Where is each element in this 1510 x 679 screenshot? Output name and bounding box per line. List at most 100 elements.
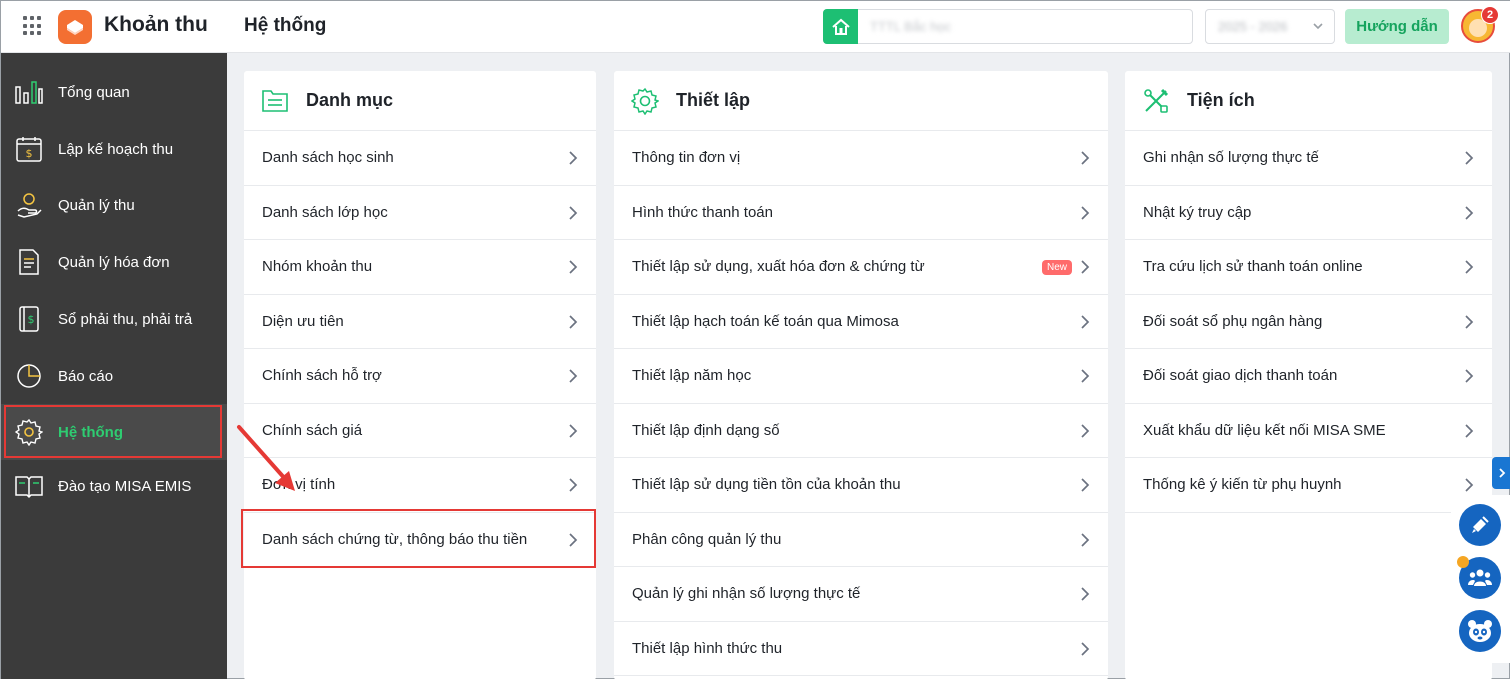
chevron-right-icon	[1081, 423, 1090, 438]
menu-item[interactable]: Thiết lập hạch toán kế toán qua Mimosa	[614, 295, 1108, 349]
sidebar-item-label: Quản lý thu	[58, 196, 135, 214]
menu-item-label: Đối soát sổ phụ ngân hàng	[1143, 312, 1323, 330]
chevron-right-icon	[1465, 423, 1474, 438]
menu-item[interactable]: Danh sách chứng từ, thông báo thu tiền	[244, 513, 596, 567]
school-year-select[interactable]: 2025 - 2026	[1205, 9, 1335, 44]
guide-button[interactable]: Hướng dẫn	[1345, 9, 1449, 44]
app-logo-icon	[58, 10, 92, 44]
menu-item-label: Thống kê ý kiến từ phụ huynh	[1143, 476, 1342, 494]
menu-item[interactable]: Quản lý ghi nhận số lượng thực tế	[614, 567, 1108, 622]
hand-coin-icon	[14, 190, 44, 220]
menu-item-label: Diện ưu tiên	[262, 312, 344, 330]
column-header: Thiết lập	[614, 71, 1108, 131]
chevron-right-icon	[1081, 587, 1090, 601]
menu-item[interactable]: Nhóm khoản thu	[244, 240, 596, 295]
menu-item-label: Quản lý ghi nhận số lượng thực tế	[632, 585, 861, 603]
menu-item[interactable]: Đối soát giao dịch thanh toán	[1125, 349, 1492, 404]
tools-icon	[1141, 86, 1171, 116]
sidebar-item-label: Báo cáo	[58, 367, 114, 385]
sidebar-item-label: Đào tạo MISA EMIS	[58, 477, 192, 495]
menu-item-label: Thiết lập sử dụng, xuất hóa đơn & chứng …	[632, 258, 925, 276]
menu-item[interactable]: Diện ưu tiên	[244, 295, 596, 349]
notification-dot	[1457, 556, 1469, 568]
menu-item[interactable]: Đối soát sổ phụ ngân hàng	[1125, 295, 1492, 349]
menu-item-label: Tra cứu lịch sử thanh toán online	[1143, 258, 1363, 276]
chevron-down-icon	[1311, 19, 1325, 38]
menu-item-label: Danh sách lớp học	[262, 203, 388, 221]
school-year-value: 2025 - 2026	[1218, 19, 1288, 34]
invoice-icon	[14, 247, 44, 277]
chevron-right-icon	[1465, 151, 1474, 165]
menu-item[interactable]: Danh sách lớp học	[244, 186, 596, 240]
sidebar-item-label: Sổ phải thu, phải trả	[58, 310, 193, 328]
mascot-icon	[1468, 620, 1492, 642]
menu-item-label: Danh sách học sinh	[262, 149, 394, 167]
menu-item[interactable]: Thiết lập hình thức thu	[614, 622, 1108, 676]
chevron-right-icon	[569, 314, 578, 329]
menu-item[interactable]: Chính sách hỗ trợ	[244, 349, 596, 404]
menu-item-label: Thiết lập sử dụng tiền tồn của khoản thu	[632, 476, 901, 494]
chevron-right-icon	[569, 423, 578, 438]
sidebar-item-label: Lập kế hoạch thu	[58, 140, 174, 158]
menu-item-label: Thiết lập hạch toán kế toán qua Mimosa	[632, 312, 899, 330]
chevron-right-icon	[1465, 314, 1474, 329]
menu-item[interactable]: Ghi nhận số lượng thực tế	[1125, 131, 1492, 186]
menu-item-label: Thiết lập hình thức thu	[632, 639, 783, 657]
new-badge: New	[1041, 260, 1072, 275]
notification-badge: 2	[1481, 6, 1499, 24]
unit-select[interactable]: TTTL Bắc học	[823, 9, 1193, 44]
home-icon	[823, 9, 858, 44]
menu-item[interactable]: Thông tin đơn vị	[614, 131, 1108, 186]
app-name: Khoản thu	[104, 13, 208, 36]
menu-item[interactable]: Thiết lập năm học	[614, 349, 1108, 404]
chevron-right-icon	[1081, 260, 1090, 274]
sidebar: Tổng quan $ Lập kế hoạch thu Quản lý thu…	[1, 53, 227, 679]
app-grid-icon[interactable]	[23, 16, 43, 36]
chevron-right-icon	[1081, 205, 1090, 220]
sidebar-item-overview[interactable]: Tổng quan	[1, 64, 227, 120]
menu-item-label: Đối soát giao dịch thanh toán	[1143, 367, 1338, 385]
menu-item-label: Thiết lập định dạng số	[632, 421, 780, 439]
sidebar-item-system[interactable]: Hệ thống	[1, 404, 227, 460]
menu-item-label: Thông tin đơn vị	[632, 149, 741, 167]
svg-text:$: $	[28, 313, 35, 326]
sidebar-item-collect[interactable]: Quản lý thu	[1, 177, 227, 233]
chevron-right-icon	[1465, 478, 1474, 492]
column-settings: Thiết lập Thông tin đơn vị Hình thức tha…	[614, 71, 1108, 679]
menu-item[interactable]: Xuất khẩu dữ liệu kết nối MISA SME	[1125, 404, 1492, 458]
announcement-button[interactable]	[1459, 504, 1501, 546]
chevron-right-icon	[569, 532, 578, 547]
menu-item[interactable]: Thống kê ý kiến từ phụ huynh	[1125, 458, 1492, 513]
unit-name: TTTL Bắc học	[870, 19, 952, 34]
menu-item[interactable]: Đơn vị tính	[244, 458, 596, 513]
menu-item[interactable]: Chính sách giá	[244, 404, 596, 458]
menu-item[interactable]: Nhật ký truy cập	[1125, 186, 1492, 240]
menu-item[interactable]: Thiết lập định dạng số	[614, 404, 1108, 458]
chevron-right-icon	[1081, 478, 1090, 492]
menu-item[interactable]: Phân công quản lý thu	[614, 513, 1108, 567]
sidebar-item-ledger[interactable]: $ Sổ phải thu, phải trả	[1, 291, 227, 347]
sidebar-item-report[interactable]: Báo cáo	[1, 348, 227, 404]
chat-assistant-button[interactable]	[1459, 610, 1501, 652]
chevron-right-icon	[1081, 641, 1090, 656]
sidebar-item-invoice[interactable]: Quản lý hóa đơn	[1, 234, 227, 290]
menu-item[interactable]: Thiết lập sử dụng, xuất hóa đơn & chứng …	[614, 240, 1108, 295]
column-categories: Danh mục Danh sách học sinh Danh sách lớ…	[244, 71, 596, 679]
menu-item[interactable]: Tra cứu lịch sử thanh toán online	[1125, 240, 1492, 295]
gear-icon	[14, 417, 44, 447]
sidebar-item-training[interactable]: Đào tạo MISA EMIS	[1, 458, 227, 514]
menu-item-label: Thiết lập năm học	[632, 367, 752, 385]
sidebar-item-plan[interactable]: $ Lập kế hoạch thu	[1, 121, 227, 177]
svg-text:$: $	[26, 147, 33, 160]
pie-chart-icon	[14, 361, 44, 391]
sidebar-item-label: Tổng quan	[58, 83, 130, 101]
menu-item[interactable]: Hình thức thanh toán	[614, 186, 1108, 240]
chevron-right-icon	[1081, 314, 1090, 329]
menu-item[interactable]: Danh sách học sinh	[244, 131, 596, 186]
sidebar-item-label: Quản lý hóa đơn	[58, 253, 170, 271]
menu-item-label: Ghi nhận số lượng thực tế	[1143, 149, 1319, 167]
gear-icon	[630, 86, 660, 116]
panel-toggle-button[interactable]	[1492, 457, 1510, 489]
chevron-right-icon	[569, 205, 578, 220]
menu-item[interactable]: Thiết lập sử dụng tiền tồn của khoản thu	[614, 458, 1108, 513]
